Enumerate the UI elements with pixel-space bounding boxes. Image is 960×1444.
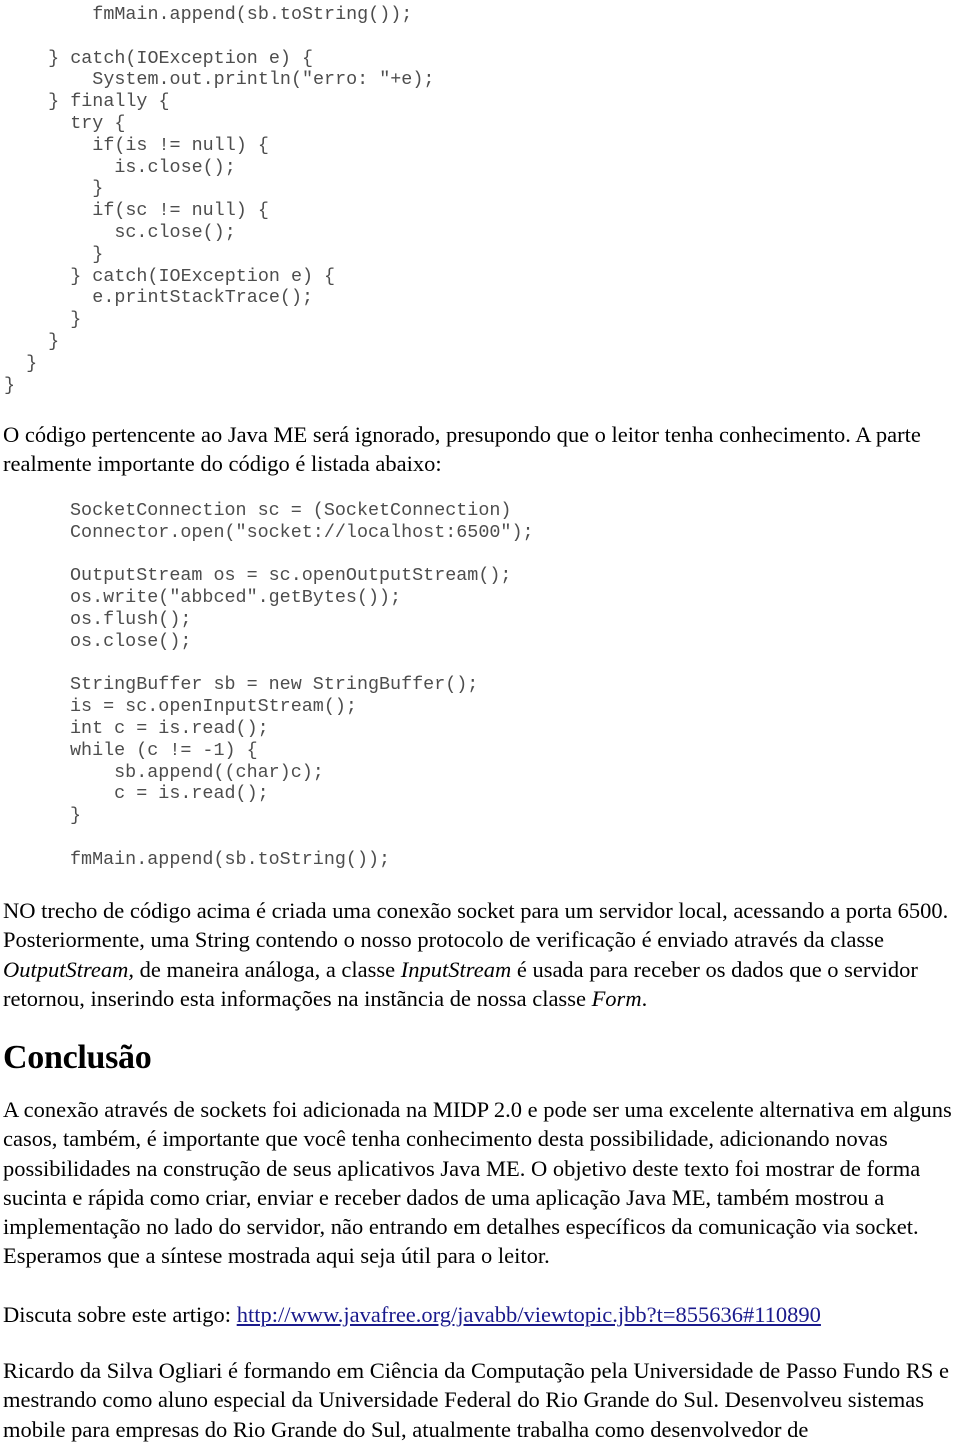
paragraph-explain-part4: . [641,985,648,1011]
code-block-java-socket: SocketConnection sc = (SocketConnection)… [70,500,534,870]
emphasis-inputstream: InputStream [400,956,512,982]
paragraph-explain-part2: de maneira análoga, a classe [134,956,401,982]
document-page: fmMain.append(sb.toString()); } catch(IO… [0,0,960,1442]
paragraph-author-bio: Ricardo da Silva Ogliari é formando em C… [3,1358,950,1442]
paragraph-conclusion: A conexão através de sockets foi adicion… [3,1097,952,1269]
discuss-label: Discuta sobre este artigo: [3,1302,237,1327]
code-block-java-finally: fmMain.append(sb.toString()); } catch(IO… [4,4,435,396]
heading-conclusao: Conclusão [3,1039,152,1076]
emphasis-form: Form [591,985,642,1011]
emphasis-outputstream: OutputStream, [3,956,135,982]
paragraph-explain-part1: NO trecho de código acima é criada uma c… [3,898,949,953]
paragraph-explain: NO trecho de código acima é criada uma c… [3,896,951,1013]
article-discussion-link[interactable]: http://www.javafree.org/javabb/viewtopic… [237,1302,821,1327]
paragraph-discuss: Discuta sobre este artigo: http://www.ja… [3,1300,957,1329]
paragraph-intro: O código pertencente ao Java ME será ign… [3,422,921,477]
